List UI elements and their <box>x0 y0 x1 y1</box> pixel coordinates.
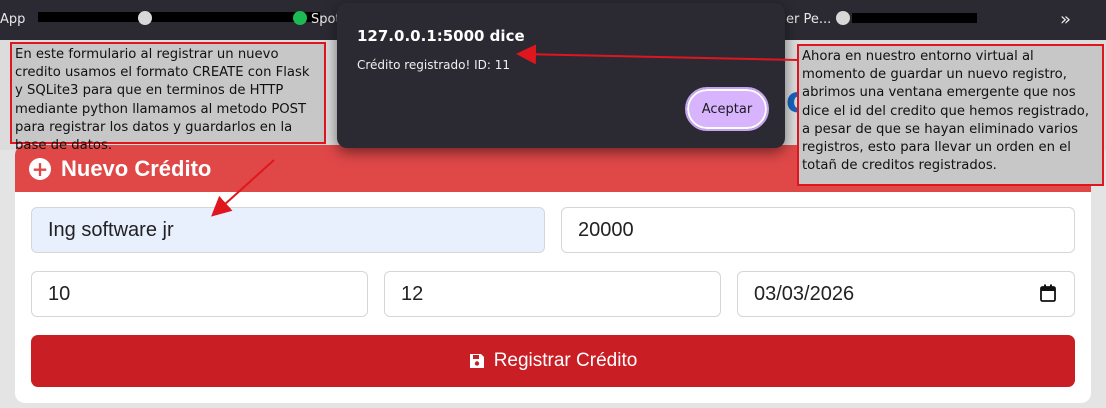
bookmark-globe-icon[interactable] <box>836 11 850 25</box>
redacted-bookmarks <box>38 12 320 22</box>
bookmark-truncated[interactable]: er Pe... <box>786 12 831 27</box>
more-bookmarks-button[interactable]: » <box>1060 9 1071 30</box>
date-input[interactable]: 03/03/2026 <box>737 271 1075 317</box>
bookmark-apps[interactable]: App <box>0 12 25 27</box>
spotify-icon[interactable] <box>293 11 307 25</box>
date-value: 03/03/2026 <box>754 282 855 305</box>
calendar-icon[interactable] <box>1040 284 1056 302</box>
annotation-right: Ahora en nuestro entorno virtual al mome… <box>797 44 1104 186</box>
credit-name-input[interactable]: Ing software jr <box>31 207 545 253</box>
interest-rate-input[interactable]: 10 <box>31 271 368 317</box>
card-title: Nuevo Crédito <box>61 155 212 181</box>
register-credit-button[interactable]: Registrar Crédito <box>31 335 1075 387</box>
plus-circle-icon: + <box>29 157 51 180</box>
amount-input[interactable]: 20000 <box>561 207 1075 253</box>
bookmark-icon[interactable] <box>138 11 152 25</box>
term-months-input[interactable]: 12 <box>384 271 721 317</box>
dialog-message: Crédito registrado! ID: 11 <box>357 58 510 72</box>
redacted-bookmarks <box>852 13 977 23</box>
annotation-left: En este formulario al registrar un nuevo… <box>10 42 326 153</box>
save-icon <box>469 354 484 368</box>
register-credit-label: Registrar Crédito <box>493 350 638 371</box>
accept-button[interactable]: Aceptar <box>685 87 769 131</box>
alert-dialog: 127.0.0.1:5000 dice Crédito registrado! … <box>337 3 785 148</box>
dialog-title: 127.0.0.1:5000 dice <box>357 27 525 45</box>
